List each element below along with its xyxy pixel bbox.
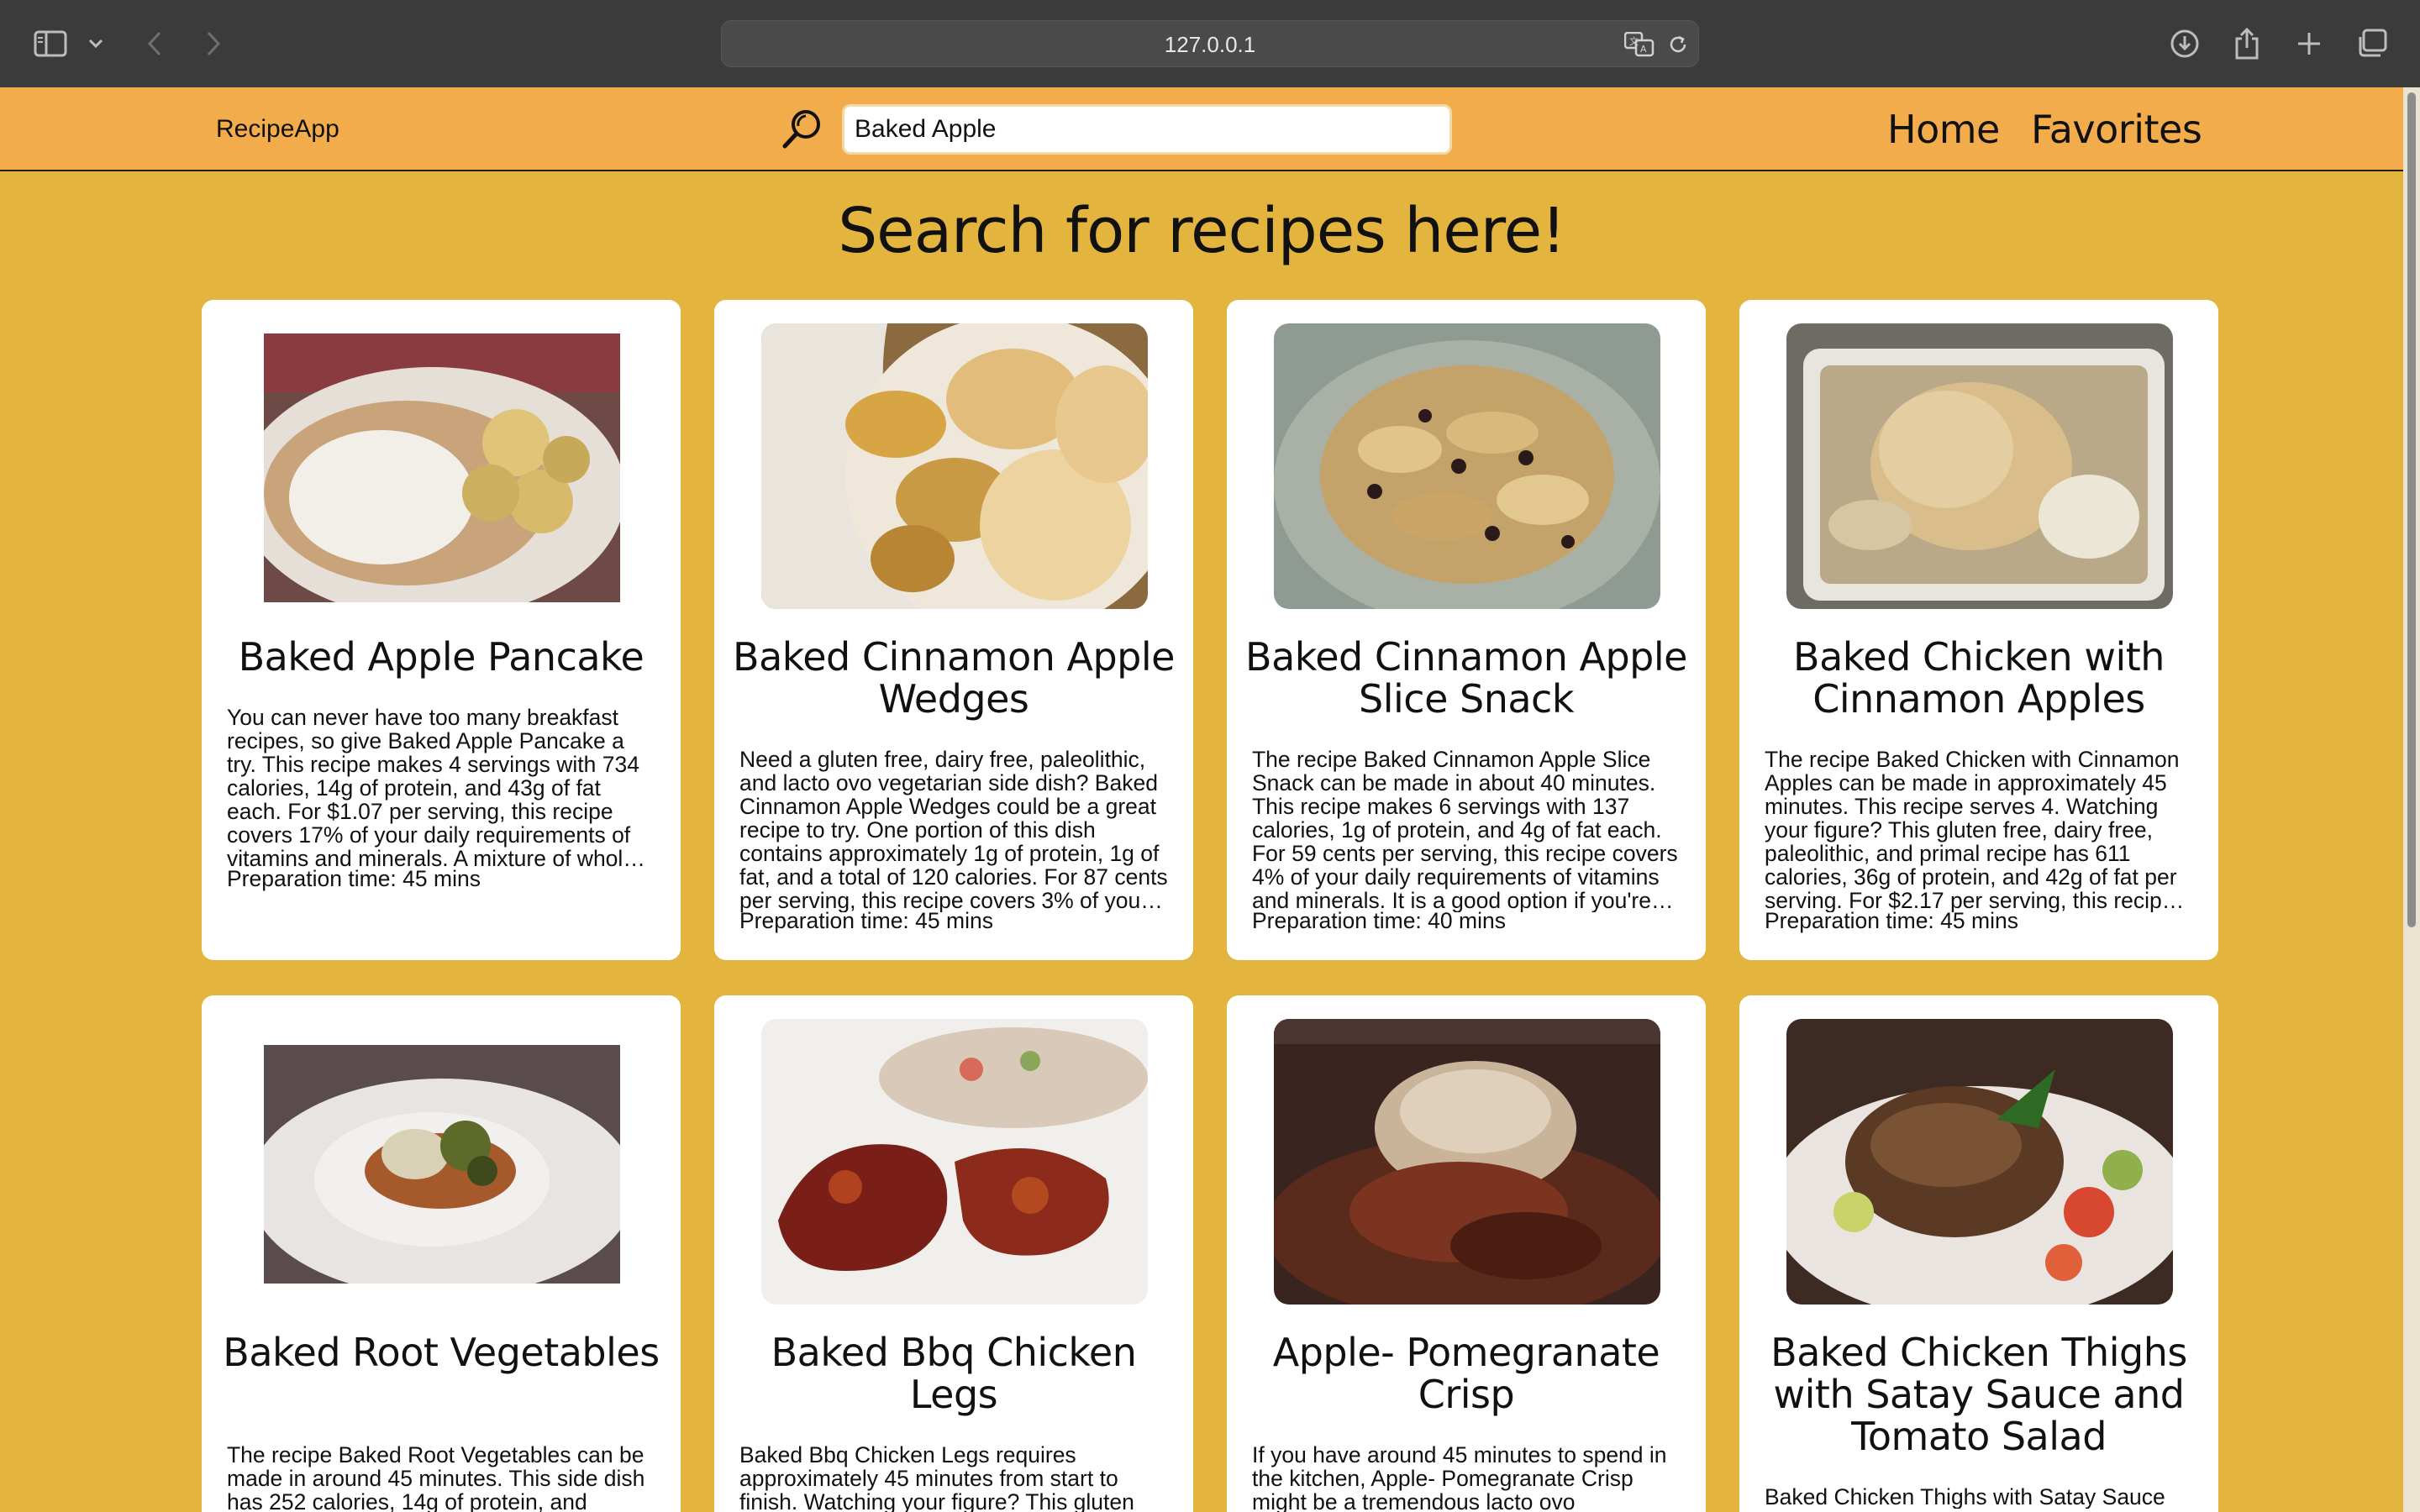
recipe-title[interactable]: Baked Apple Pancake: [218, 636, 664, 678]
recipe-description: Baked Chicken Thighs with Satay Sauce: [1765, 1485, 2165, 1509]
recipe-description: If you have around 45 minutes to spend i…: [1252, 1443, 1667, 1512]
recipe-card[interactable]: Baked Chicken with Cinnamon Apples The r…: [1739, 300, 2218, 960]
nav-favorites[interactable]: Favorites: [2031, 87, 2202, 171]
recipe-prep-time: Preparation time: 45 mins: [739, 908, 993, 933]
scrollbar-thumb[interactable]: [2407, 92, 2416, 927]
page-title: Search for recipes here!: [838, 195, 1566, 267]
translate-icon[interactable]: 文A: [1624, 29, 1655, 60]
recipe-image[interactable]: [1786, 1019, 2173, 1305]
recipe-card[interactable]: Baked Bbq Chicken Legs Baked Bbq Chicken…: [714, 995, 1193, 1512]
recipe-image[interactable]: [264, 333, 620, 602]
sidebar-toggle-icon[interactable]: [32, 25, 69, 62]
share-icon[interactable]: [2228, 25, 2265, 62]
address-bar[interactable]: 127.0.0.1 文A: [721, 20, 1699, 67]
tab-overview-icon[interactable]: [2353, 25, 2390, 62]
recipe-title[interactable]: Baked Bbq Chicken Legs: [731, 1331, 1176, 1415]
browser-toolbar: 127.0.0.1 文A: [0, 0, 2420, 87]
recipe-image[interactable]: [761, 323, 1148, 609]
search-input[interactable]: [842, 104, 1452, 155]
chevron-down-icon[interactable]: [79, 25, 113, 62]
recipe-description: The recipe Baked Chicken with Cinnamon A…: [1765, 748, 2180, 912]
recipe-card[interactable]: Baked Chicken Thighs with Satay Sauce an…: [1739, 995, 2218, 1512]
recipe-title[interactable]: Baked Cinnamon Apple Wedges: [731, 636, 1176, 720]
recipe-image[interactable]: [1786, 323, 2173, 609]
recipe-description: You can never have too many breakfast re…: [227, 706, 639, 870]
download-icon[interactable]: [2166, 25, 2203, 62]
recipe-description: The recipe Baked Root Vegetables can be …: [227, 1443, 645, 1512]
recipe-card[interactable]: Baked Cinnamon Apple Slice Snack The rec…: [1227, 300, 1706, 960]
new-tab-icon[interactable]: [2291, 25, 2328, 62]
recipe-card[interactable]: Baked Cinnamon Apple Wedges Need a glute…: [714, 300, 1193, 960]
recipe-description: Baked Bbq Chicken Legs requires approxim…: [739, 1443, 1134, 1512]
recipe-card[interactable]: Apple- Pomegranate Crisp If you have aro…: [1227, 995, 1706, 1512]
reload-icon[interactable]: [1663, 29, 1693, 60]
back-icon[interactable]: [136, 25, 173, 62]
recipe-image[interactable]: [1274, 323, 1660, 609]
recipe-image[interactable]: [761, 1019, 1148, 1305]
recipe-card[interactable]: Baked Apple Pancake You can never have t…: [202, 300, 681, 960]
recipe-title[interactable]: Apple- Pomegranate Crisp: [1244, 1331, 1689, 1415]
app-header: RecipeApp Home Favorites: [0, 87, 2403, 171]
recipe-prep-time: Preparation time: 40 mins: [1252, 908, 1506, 933]
recipe-description: The recipe Baked Cinnamon Apple Slice Sn…: [1252, 748, 1678, 912]
svg-text:A: A: [1640, 44, 1647, 55]
recipe-description: Need a gluten free, dairy free, paleolit…: [739, 748, 1168, 912]
recipe-title[interactable]: Baked Chicken Thighs with Satay Sauce an…: [1756, 1331, 2202, 1457]
recipe-prep-time: Preparation time: 45 mins: [1765, 908, 2018, 933]
forward-icon[interactable]: [195, 25, 232, 62]
recipe-prep-time: Preparation time: 45 mins: [227, 866, 481, 891]
url-text[interactable]: 127.0.0.1: [722, 21, 1698, 68]
recipe-card[interactable]: Baked Root Vegetables The recipe Baked R…: [202, 995, 681, 1512]
recipe-image[interactable]: [264, 1045, 620, 1284]
recipe-title[interactable]: Baked Cinnamon Apple Slice Snack: [1244, 636, 1689, 720]
search-icon[interactable]: [778, 106, 825, 153]
svg-text:文: 文: [1629, 35, 1639, 47]
nav-home[interactable]: Home: [1887, 87, 2000, 171]
recipe-image[interactable]: [1274, 1019, 1660, 1305]
brand-logo[interactable]: RecipeApp: [216, 87, 339, 171]
scrollbar[interactable]: [2403, 87, 2420, 1512]
recipe-title[interactable]: Baked Chicken with Cinnamon Apples: [1756, 636, 2202, 720]
recipe-title[interactable]: Baked Root Vegetables: [218, 1331, 664, 1373]
